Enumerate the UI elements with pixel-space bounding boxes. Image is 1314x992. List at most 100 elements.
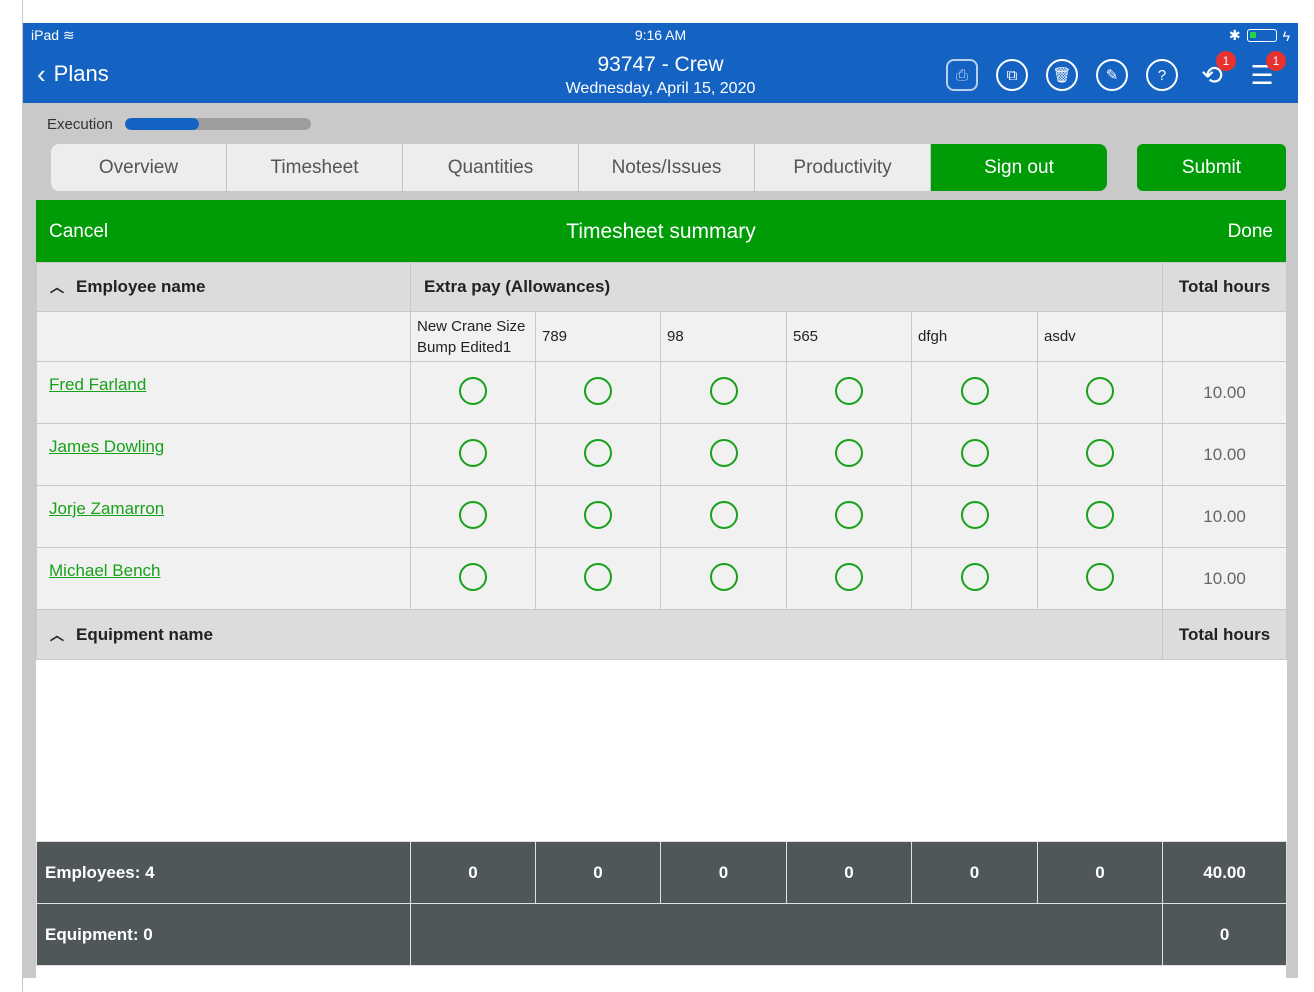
allowance-radio[interactable] bbox=[709, 438, 738, 467]
allowance-total: 0 bbox=[410, 841, 536, 904]
allowance-radio[interactable] bbox=[584, 438, 612, 467]
employee-link[interactable]: Fred Farland bbox=[49, 375, 146, 394]
allowance-radio[interactable] bbox=[584, 376, 612, 405]
equipment-name-header[interactable]: ︿ Equipment name bbox=[35, 609, 1163, 660]
equipment-header-row: ︿ Equipment name Total hours bbox=[35, 609, 1288, 660]
allowance-radio[interactable] bbox=[1086, 562, 1115, 591]
allowance-total: 0 bbox=[911, 841, 1038, 904]
chevron-up-icon: ︿ bbox=[50, 279, 64, 295]
page: iPad ≋ 9:16 AM ✱ ϟ ‹ Plans 93747 - Crew … bbox=[0, 0, 1314, 992]
allowance-radio[interactable] bbox=[459, 376, 487, 405]
employee-name-header[interactable]: ︿ Employee name bbox=[36, 262, 411, 312]
allowance-radio[interactable] bbox=[709, 562, 738, 591]
submit-button[interactable]: Submit bbox=[1137, 144, 1286, 191]
modal-header: Cancel Timesheet summary Done bbox=[36, 200, 1286, 262]
allowance-radio[interactable] bbox=[960, 500, 989, 529]
allowance-radio[interactable] bbox=[1086, 376, 1115, 405]
edit-icon[interactable]: ✎ bbox=[1096, 59, 1128, 91]
status-right: ✱ ϟ bbox=[1229, 27, 1290, 44]
allowance-total: 0 bbox=[786, 841, 912, 904]
allowance-radio[interactable] bbox=[584, 562, 612, 591]
allowance-total: 0 bbox=[1036, 841, 1164, 904]
tab-timesheet[interactable]: Timesheet bbox=[227, 144, 403, 191]
done-button[interactable]: Done bbox=[1228, 221, 1273, 243]
allowance-radio[interactable] bbox=[835, 500, 863, 529]
allowance-radio[interactable] bbox=[1086, 500, 1115, 529]
allowance-cell bbox=[410, 361, 536, 424]
execution-label: Execution bbox=[47, 116, 113, 133]
sign-out-button[interactable]: Sign out bbox=[931, 144, 1107, 191]
app-header: iPad ≋ 9:16 AM ✱ ϟ ‹ Plans 93747 - Crew … bbox=[23, 23, 1298, 103]
allowance-radio[interactable] bbox=[835, 562, 863, 591]
equipment-allowance-blank bbox=[409, 903, 1164, 966]
employee-name-cell: Michael Bench bbox=[36, 547, 411, 610]
cancel-button[interactable]: Cancel bbox=[49, 221, 108, 243]
allowance-cell bbox=[786, 485, 912, 548]
allowance-radio[interactable] bbox=[960, 438, 989, 467]
allowance-radio[interactable] bbox=[835, 438, 863, 467]
allowance-radio[interactable] bbox=[584, 500, 612, 529]
employee-link[interactable]: Jorje Zamarron bbox=[49, 499, 164, 518]
allowance-radio[interactable] bbox=[835, 376, 863, 405]
timesheet-table: ︿ Employee name Extra pay (Allowances) To… bbox=[35, 262, 1288, 966]
charging-icon: ϟ bbox=[1282, 27, 1290, 44]
allowance-header: 98 bbox=[660, 311, 787, 362]
blank-cell bbox=[36, 311, 411, 362]
allowance-radio[interactable] bbox=[960, 562, 989, 591]
allowance-radio[interactable] bbox=[709, 500, 738, 529]
employees-total-row: Employees: 4 0 0 0 0 0 0 40.00 bbox=[36, 841, 1288, 904]
status-time: 9:16 AM bbox=[634, 27, 687, 43]
equipment-total-hours-header: Total hours bbox=[1162, 609, 1288, 660]
employee-header-row: ︿ Employee name Extra pay (Allowances) To… bbox=[36, 262, 1288, 312]
employee-link[interactable]: James Dowling bbox=[49, 437, 164, 456]
employee-link[interactable]: Michael Bench bbox=[49, 561, 161, 580]
table-row: Jorje Zamarron 10.00 bbox=[36, 485, 1288, 548]
allowance-radio[interactable] bbox=[960, 376, 989, 405]
allowance-cell bbox=[660, 361, 787, 424]
modal-title: Timesheet summary bbox=[566, 220, 756, 243]
employee-hours: 10.00 bbox=[1162, 423, 1288, 486]
timesheet-summary-modal: Cancel Timesheet summary Done ︿ Employee … bbox=[35, 200, 1288, 978]
allowance-radio[interactable] bbox=[1086, 438, 1115, 467]
back-button[interactable]: ‹ Plans bbox=[37, 61, 109, 87]
chevron-up-icon: ︿ bbox=[50, 626, 64, 643]
blank-cell bbox=[1162, 311, 1288, 362]
table-row: James Dowling 10.00 bbox=[36, 423, 1288, 486]
employee-name-cell: Jorje Zamarron bbox=[36, 485, 411, 548]
menu-icon[interactable]: ☰ 1 bbox=[1246, 51, 1286, 91]
allowance-total: 0 bbox=[660, 841, 787, 904]
allowance-radio[interactable] bbox=[459, 562, 487, 591]
allowance-cell bbox=[1036, 361, 1164, 424]
status-bar: iPad ≋ 9:16 AM ✱ ϟ bbox=[23, 23, 1298, 47]
allowance-radio[interactable] bbox=[459, 438, 487, 467]
menu-badge: 1 bbox=[1266, 51, 1286, 71]
trash-icon[interactable]: 🗑︎ bbox=[1046, 59, 1078, 91]
employee-name-cell: Fred Farland bbox=[36, 361, 411, 424]
tab-quantities[interactable]: Quantities bbox=[403, 144, 579, 191]
allowance-cell bbox=[786, 547, 912, 610]
employee-rows: Fred Farland 10.00 James Dowling 10.00 Jorje… bbox=[36, 361, 1288, 610]
stamp-icon[interactable]: ⎙ bbox=[946, 59, 978, 91]
bluetooth-icon: ✱ bbox=[1228, 27, 1241, 43]
header-icons: ⎙ ⧉ 🗑︎ ✎ ? ⟲ 1 ☰ 1 bbox=[946, 51, 1286, 91]
allowance-radio[interactable] bbox=[459, 500, 487, 529]
allowance-cell bbox=[410, 485, 536, 548]
allowance-radio[interactable] bbox=[709, 376, 738, 405]
allowance-cell bbox=[911, 485, 1038, 548]
tab-productivity[interactable]: Productivity bbox=[755, 144, 931, 191]
tab-overview[interactable]: Overview bbox=[51, 144, 227, 191]
allowance-header: asdv bbox=[1036, 311, 1164, 362]
employee-hours: 10.00 bbox=[1162, 485, 1288, 548]
allowance-cell bbox=[535, 361, 661, 424]
allowance-header: New Crane Size Bump Edited1 bbox=[410, 311, 536, 362]
allowance-total: 0 bbox=[535, 841, 661, 904]
allowance-header: 789 bbox=[535, 311, 661, 362]
copy-icon[interactable]: ⧉ bbox=[996, 59, 1028, 91]
allowance-cell bbox=[911, 423, 1038, 486]
help-icon[interactable]: ? bbox=[1146, 59, 1178, 91]
battery-icon bbox=[1246, 29, 1277, 42]
tab-notes-issues[interactable]: Notes/Issues bbox=[579, 144, 755, 191]
allowance-cell bbox=[660, 485, 787, 548]
execution-progress-fill bbox=[125, 118, 200, 130]
sync-icon[interactable]: ⟲ 1 bbox=[1196, 51, 1236, 91]
